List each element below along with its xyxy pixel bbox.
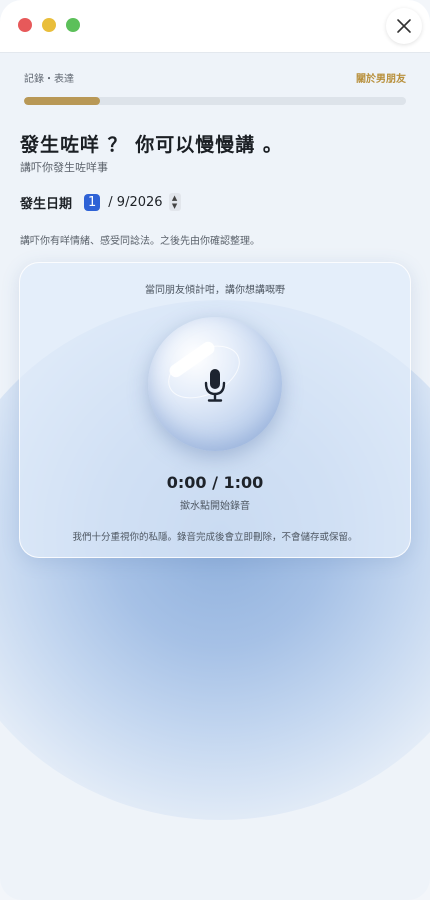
recording-timer: 0:00 / 1:00 (166, 473, 264, 492)
close-window-button[interactable] (18, 18, 32, 32)
instruction-hint: 講吓你有咩情緒、感受同諗法。之後先由你確認整理。 (20, 236, 260, 247)
title-bar (0, 0, 430, 53)
progress-bar (24, 97, 406, 105)
microphone-icon (204, 369, 226, 402)
maximize-window-button[interactable] (66, 18, 80, 32)
stepper-up-icon[interactable]: ▲ (172, 194, 177, 202)
date-input[interactable]: 1 / 9/2026 (84, 193, 163, 211)
main-content: 記錄・表達 關於男朋友 發生咗咩 ？ 你可以慢慢講 。 講吓你發生咗咩事 發生日… (0, 52, 430, 900)
date-month-field[interactable]: 1 (84, 193, 101, 211)
app-window: 記錄・表達 關於男朋友 發生咗咩 ？ 你可以慢慢講 。 講吓你發生咗咩事 發生日… (0, 0, 430, 900)
progress-fill (24, 97, 101, 105)
page-subtitle: 講吓你發生咗咩事 (20, 161, 108, 174)
date-day-year-field[interactable]: / 9/2026 (108, 195, 162, 210)
recorder-prompt: 當同朋友傾計咁，講你想講嘅嘢 (145, 285, 285, 296)
close-icon (397, 19, 411, 33)
record-button[interactable] (148, 317, 282, 451)
tap-to-record-hint: 撳水點開始錄音 (180, 501, 250, 512)
stepper-icon[interactable]: ▲ ▼ (168, 193, 181, 211)
minimize-window-button[interactable] (42, 18, 56, 32)
topic-label[interactable]: 關於男朋友 (356, 70, 406, 85)
page-title: 發生咗咩 ？ 你可以慢慢講 。 (20, 134, 283, 156)
step-header: 記錄・表達 關於男朋友 (24, 70, 406, 85)
date-row: 發生日期 1 / 9/2026 ▲ ▼ (20, 192, 181, 212)
stepper-down-icon[interactable]: ▼ (172, 202, 177, 210)
close-button[interactable] (386, 8, 422, 44)
recorder-card: 當同朋友傾計咁，講你想講嘅嘢 0:00 / 1:00 撳水點開始錄音 我們十分重… (19, 262, 411, 558)
section-label: 記錄・表達 (24, 74, 74, 85)
privacy-notice: 我們十分重視你的私隱。錄音完成後會立即刪除，不會儲存或保留。 (72, 532, 358, 543)
date-label: 發生日期 (20, 196, 73, 212)
